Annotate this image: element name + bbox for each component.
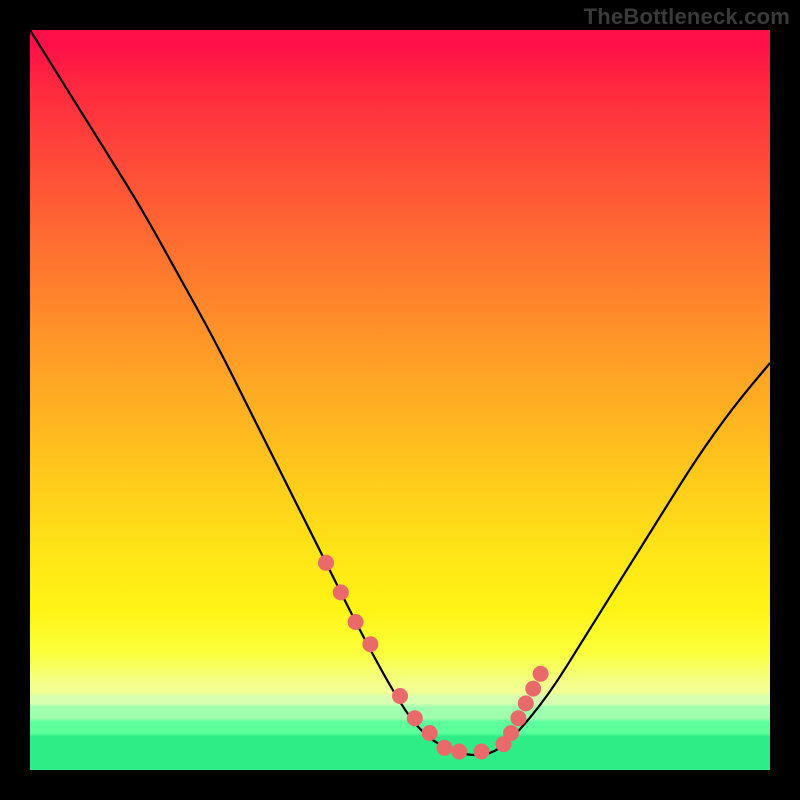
highlight-point [451,744,467,760]
highlight-point [407,710,423,726]
highlight-point [333,584,349,600]
highlight-point [348,614,364,630]
highlight-point [362,636,378,652]
highlight-point [518,695,534,711]
highlight-point [422,725,438,741]
highlight-point [436,740,452,756]
plot-area [30,30,770,770]
watermark-text: TheBottleneck.com [584,4,790,30]
highlight-point [473,744,489,760]
highlight-points [318,555,549,760]
highlight-point [510,710,526,726]
bottleneck-curve [30,30,770,755]
highlight-point [392,688,408,704]
chart-svg [30,30,770,770]
highlight-point [503,725,519,741]
highlight-point [533,666,549,682]
highlight-point [318,555,334,571]
chart-frame: TheBottleneck.com [0,0,800,800]
curve-layer [30,30,770,755]
highlight-point [525,681,541,697]
